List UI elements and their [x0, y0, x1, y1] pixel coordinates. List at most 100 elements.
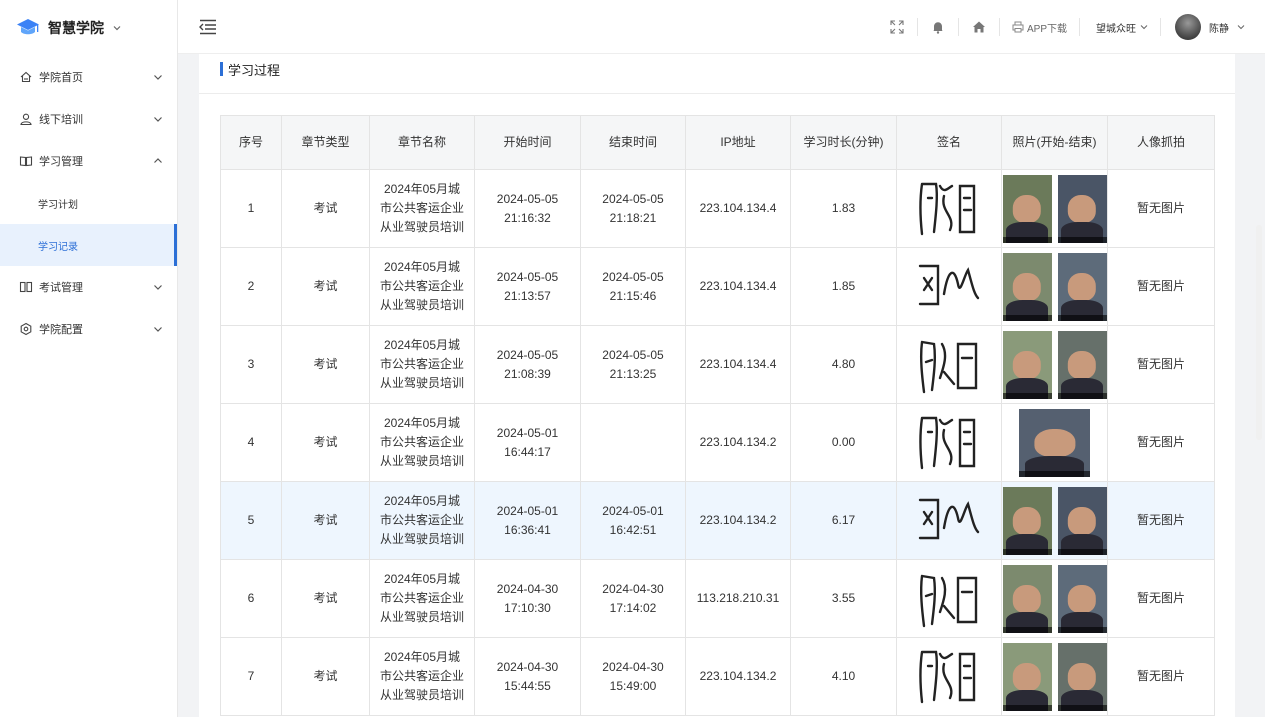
- cell-photos: [1001, 403, 1108, 482]
- home-icon[interactable]: [972, 20, 986, 34]
- printer-icon: [1012, 21, 1024, 33]
- sidebar-item-college-settings[interactable]: 学院配置: [0, 308, 177, 350]
- sidebar: 智慧学院 学院首页 线下培训 学习管理 学习计划 学习记录 考试管理 学院配置: [0, 0, 178, 717]
- divider: [957, 18, 959, 36]
- chevron-down-icon: [153, 282, 163, 292]
- scrollbar[interactable]: [1256, 225, 1262, 440]
- start-photo[interactable]: [1002, 564, 1052, 633]
- sidebar-item-label: 学院首页: [39, 72, 83, 84]
- cell-ip: 223.104.134.2: [685, 481, 791, 560]
- sidebar-item-learning-records[interactable]: 学习记录: [0, 224, 177, 266]
- cell-end: 2024-05-05 21:13:25: [580, 325, 686, 404]
- top-header: APP下载 望城众旺 陈静: [178, 0, 1265, 54]
- cell-start: 2024-05-05 21:08:39: [474, 325, 581, 404]
- cell-capture: 暂无图片: [1107, 403, 1215, 482]
- signature-image[interactable]: [914, 488, 984, 554]
- learning-records-table: 序号 章节类型 章节名称 开始时间 结束时间 IP地址 学习时长(分钟) 签名 …: [220, 115, 1215, 716]
- cell-type: 考试: [281, 325, 370, 404]
- cell-ip: 223.104.134.4: [685, 325, 791, 404]
- start-photo[interactable]: [1002, 174, 1052, 243]
- sidebar-item-label: 学习管理: [39, 156, 83, 168]
- sidebar-item-exam-management[interactable]: 考试管理: [0, 266, 177, 308]
- signature-image[interactable]: [914, 332, 984, 398]
- cell-start: 2024-05-01 16:36:41: [474, 481, 581, 560]
- signature-image[interactable]: [914, 254, 984, 320]
- cell-end: 2024-04-30 15:49:00: [580, 637, 686, 716]
- column-header: 照片(开始-结束): [1001, 115, 1108, 170]
- chevron-down-icon: [153, 324, 163, 334]
- bell-icon[interactable]: [931, 20, 945, 34]
- end-photo[interactable]: [1057, 486, 1107, 555]
- cell-photos: [1001, 169, 1108, 248]
- signature-image[interactable]: [914, 176, 984, 242]
- divider: [916, 18, 918, 36]
- fullscreen-icon[interactable]: [890, 20, 904, 34]
- start-photo[interactable]: [1002, 252, 1052, 321]
- user-menu[interactable]: 陈静: [1175, 14, 1245, 40]
- column-header: 序号: [220, 115, 282, 170]
- cell-signature: [896, 481, 1002, 560]
- sidebar-item-label: 学院配置: [39, 324, 83, 336]
- cell-type: 考试: [281, 169, 370, 248]
- chevron-down-icon[interactable]: [112, 23, 122, 33]
- exam-icon: [19, 280, 33, 294]
- table-row: 4 考试 2024年05月城市公共客运企业从业驾驶员培训 2024-05-01 16:…: [220, 403, 1215, 482]
- sidebar-item-learning-plan[interactable]: 学习计划: [0, 182, 177, 224]
- cell-capture: 暂无图片: [1107, 637, 1215, 716]
- column-header: 章节类型: [281, 115, 370, 170]
- cell-end: 2024-05-01 16:42:51: [580, 481, 686, 560]
- column-header: 开始时间: [474, 115, 581, 170]
- sidebar-item-learning-management[interactable]: 学习管理: [0, 140, 177, 182]
- end-photo[interactable]: [1057, 642, 1107, 711]
- chevron-down-icon: [153, 72, 163, 82]
- divider: [1160, 18, 1161, 36]
- sidebar-item-label: 线下培训: [39, 114, 83, 126]
- org-selector[interactable]: 望城众旺: [1096, 20, 1148, 35]
- cell-ip: 223.104.134.4: [685, 247, 791, 326]
- start-photo[interactable]: [1002, 486, 1052, 555]
- app-download-button[interactable]: APP下载: [1012, 20, 1067, 35]
- cell-photos: [1001, 481, 1108, 560]
- signature-image[interactable]: [914, 566, 984, 632]
- cell-name: 2024年05月城市公共客运企业从业驾驶员培训: [369, 403, 475, 482]
- signature-image[interactable]: [914, 644, 984, 710]
- cell-no: 7: [220, 637, 282, 716]
- cell-name: 2024年05月城市公共客运企业从业驾驶员培训: [369, 325, 475, 404]
- cell-capture: 暂无图片: [1107, 559, 1215, 638]
- cell-capture: 暂无图片: [1107, 325, 1215, 404]
- sidebar-item-offline-training[interactable]: 线下培训: [0, 98, 177, 140]
- cell-duration: 0.00: [790, 403, 897, 482]
- cell-duration: 1.85: [790, 247, 897, 326]
- cell-capture: 暂无图片: [1107, 169, 1215, 248]
- column-header: 学习时长(分钟): [790, 115, 897, 170]
- cell-start: 2024-04-30 15:44:55: [474, 637, 581, 716]
- table-row: 3 考试 2024年05月城市公共客运企业从业驾驶员培训 2024-05-05 21:…: [220, 325, 1215, 404]
- section-title: 学习过程: [220, 60, 280, 78]
- avatar: [1175, 14, 1201, 40]
- cell-photos: [1001, 247, 1108, 326]
- menu-collapse-icon[interactable]: [199, 19, 217, 35]
- end-photo[interactable]: [1057, 252, 1107, 321]
- cell-ip: 223.104.134.2: [685, 403, 791, 482]
- brand[interactable]: 智慧学院: [0, 0, 177, 56]
- cell-no: 5: [220, 481, 282, 560]
- chevron-down-icon: [1140, 25, 1148, 30]
- cell-no: 1: [220, 169, 282, 248]
- table-row: 2 考试 2024年05月城市公共客运企业从业驾驶员培训 2024-05-05 21:…: [220, 247, 1215, 326]
- end-photo[interactable]: [1057, 174, 1107, 243]
- end-photo[interactable]: [1057, 564, 1107, 633]
- cell-signature: [896, 169, 1002, 248]
- brand-title: 智慧学院: [48, 20, 104, 36]
- app-download-label: APP下载: [1026, 23, 1067, 35]
- end-photo[interactable]: [1057, 330, 1107, 399]
- settings-icon: [19, 322, 33, 336]
- signature-image[interactable]: [914, 410, 984, 476]
- user-name: 陈静: [1209, 23, 1229, 35]
- column-header: 签名: [896, 115, 1002, 170]
- start-photo[interactable]: [1002, 330, 1052, 399]
- start-photo[interactable]: [1002, 642, 1052, 711]
- sidebar-item-home[interactable]: 学院首页: [0, 56, 177, 98]
- start-photo[interactable]: [1019, 408, 1090, 477]
- cell-type: 考试: [281, 637, 370, 716]
- cell-no: 6: [220, 559, 282, 638]
